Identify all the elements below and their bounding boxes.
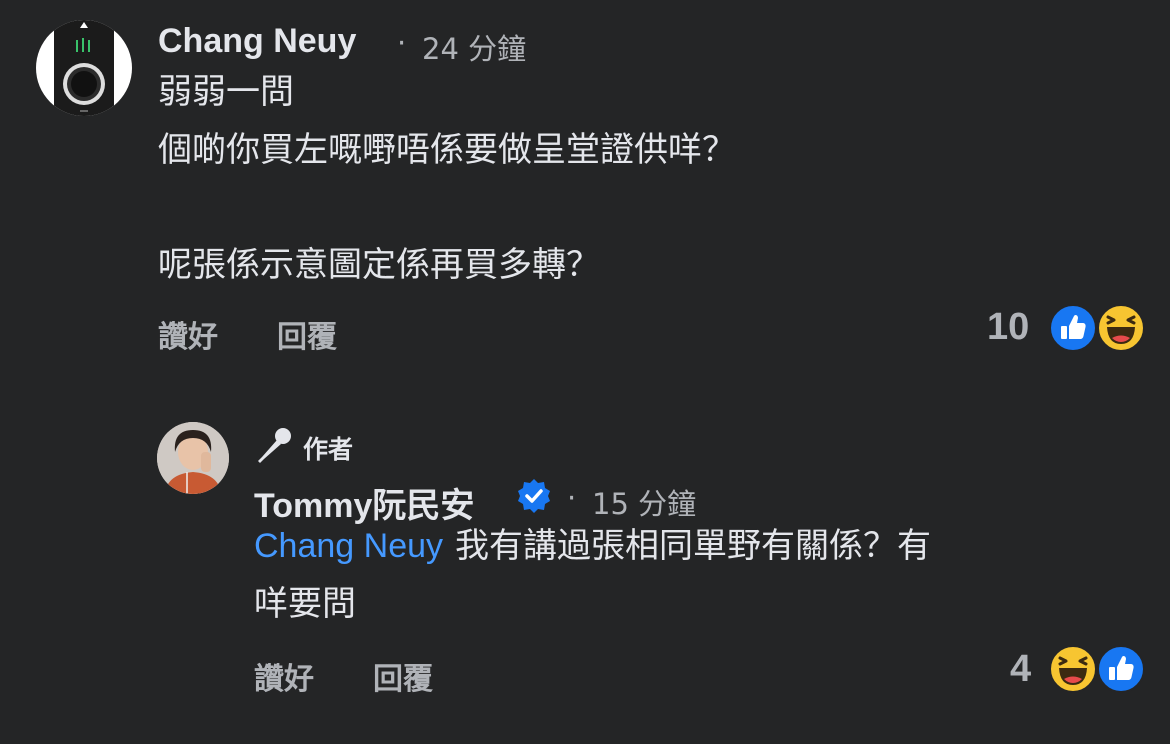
microphone-icon <box>254 425 294 469</box>
author-avatar[interactable] <box>157 422 229 494</box>
person-photo-icon <box>157 422 229 494</box>
reaction-count[interactable]: 10 <box>987 306 1029 349</box>
like-icon <box>1097 645 1145 693</box>
comment-line-1: 弱弱一問 <box>158 72 294 112</box>
reply-reply-button[interactable]: 回覆 <box>373 654 433 698</box>
reply-reaction-count[interactable]: 4 <box>1010 648 1031 691</box>
reply-text-line-2: 咩要問 <box>254 584 356 624</box>
commenter-name[interactable]: Chang Neuy <box>158 22 356 61</box>
reply-like-button[interactable]: 讚好 <box>254 654 314 698</box>
comment-timestamp[interactable]: 24 分鐘 <box>422 26 526 68</box>
haha-icon <box>1049 645 1097 693</box>
like-icon <box>1049 304 1097 352</box>
haha-icon <box>1097 304 1145 352</box>
commenter-avatar[interactable] <box>36 20 132 116</box>
comment-line-3: 呢張係示意圖定係再買多轉？ <box>158 245 600 285</box>
reply-text: 我有講過張相同單野有關係？有 <box>455 526 932 566</box>
mention-link[interactable]: Chang Neuy <box>254 527 443 565</box>
reply-separator: · <box>567 481 577 515</box>
reply-button[interactable]: 回覆 <box>277 312 337 356</box>
verified-badge-icon <box>515 477 553 519</box>
like-button[interactable]: 讚好 <box>158 312 218 356</box>
comment-separator: · <box>397 26 407 60</box>
audio-interface-icon <box>54 20 114 116</box>
reply-text-line-1: Chang Neuy 我有講過張相同單野有關係？有 <box>254 517 931 575</box>
comment-line-2: 個啲你買左嘅嘢唔係要做呈堂證供咩？ <box>158 130 736 170</box>
author-badge: 作者 <box>303 435 354 464</box>
